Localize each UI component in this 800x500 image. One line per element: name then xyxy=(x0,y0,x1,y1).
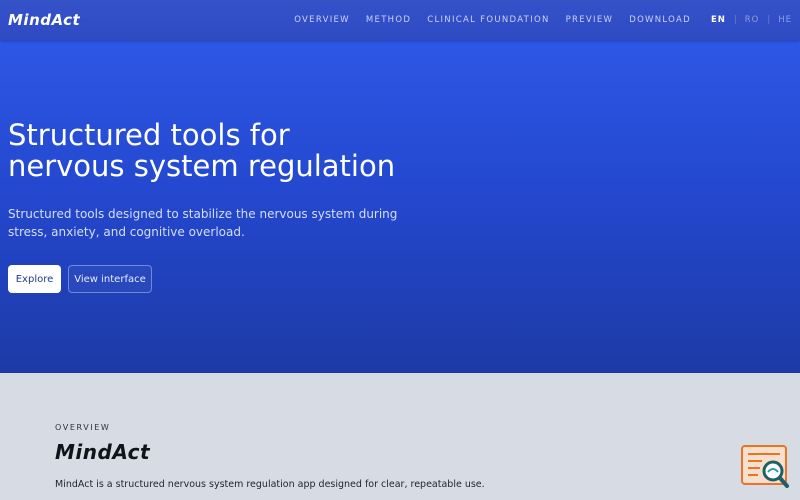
overview-logo: MindAct xyxy=(55,440,151,464)
explore-button[interactable]: Explore xyxy=(8,265,61,293)
nav-link-preview[interactable]: PREVIEW xyxy=(566,15,614,25)
overview-section: OVERVIEW MindAct MindAct is a structured… xyxy=(0,373,800,500)
nav-link-method[interactable]: METHOD xyxy=(366,15,411,25)
hero-title: Structured tools for nervous system regu… xyxy=(8,120,528,182)
view-interface-button[interactable]: View interface xyxy=(68,265,152,293)
hero-section: Structured tools for nervous system regu… xyxy=(0,40,800,373)
lang-he[interactable]: HE xyxy=(778,15,792,25)
hero-title-line2: nervous system regulation xyxy=(8,149,396,183)
overview-description: MindAct is a structured nervous system r… xyxy=(55,479,485,490)
lang-ro[interactable]: RO xyxy=(745,15,760,25)
search-document-icon-graphic xyxy=(741,445,789,488)
lang-divider: | xyxy=(733,15,737,25)
lang-en[interactable]: EN xyxy=(711,15,726,25)
nav-links: OVERVIEW METHOD CLINICAL FOUNDATION PREV… xyxy=(278,15,792,25)
language-switcher: EN | RO | HE xyxy=(711,15,792,25)
nav-link-download[interactable]: DOWNLOAD xyxy=(629,15,691,25)
hero-subtitle: Structured tools designed to stabilize t… xyxy=(8,207,398,239)
overview-label: OVERVIEW xyxy=(55,423,111,432)
hero-title-line1: Structured tools for xyxy=(8,118,290,152)
top-navbar: MindAct OVERVIEW METHOD CLINICAL FOUNDAT… xyxy=(0,0,800,40)
brand-logo[interactable]: MindAct xyxy=(8,11,80,29)
lang-divider: | xyxy=(767,15,771,25)
search-document-icon[interactable] xyxy=(740,444,792,490)
nav-link-clinical-foundation[interactable]: CLINICAL FOUNDATION xyxy=(427,15,549,25)
nav-link-overview[interactable]: OVERVIEW xyxy=(294,15,350,25)
